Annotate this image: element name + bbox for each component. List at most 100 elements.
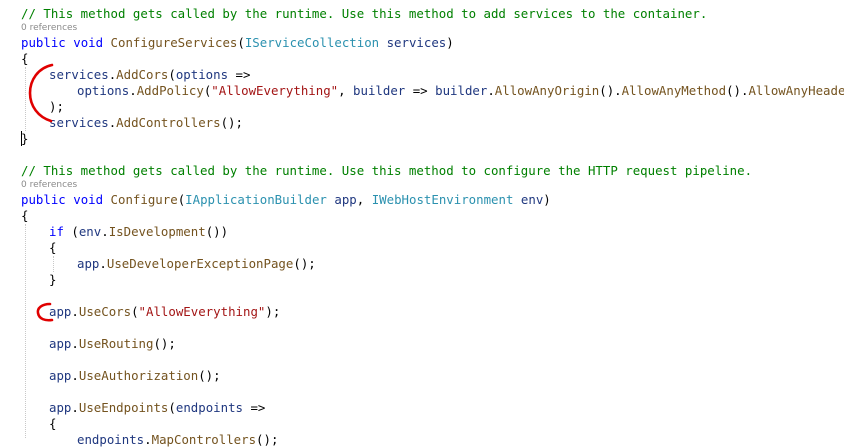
code-token: { xyxy=(49,416,57,431)
code-token: public xyxy=(21,192,66,207)
code-token: . xyxy=(71,368,79,383)
code-token: (). xyxy=(599,83,622,98)
code-line[interactable]: if (env.IsDevelopment()) xyxy=(49,224,228,240)
code-token: if xyxy=(49,224,64,239)
code-token: public xyxy=(21,35,66,50)
code-token: AddPolicy xyxy=(136,83,204,98)
code-token: => xyxy=(405,83,436,98)
code-token: ( xyxy=(168,67,176,82)
code-token: { xyxy=(21,208,29,223)
code-token: . xyxy=(101,224,109,239)
code-token: AllowAnyOrigin xyxy=(494,83,600,98)
code-token: UseCors xyxy=(78,304,132,319)
code-token: app xyxy=(334,192,357,207)
code-token: app xyxy=(49,304,72,319)
code-token: IServiceCollection xyxy=(244,35,380,50)
code-token: . xyxy=(71,336,79,351)
code-token: . xyxy=(99,256,107,271)
code-token: { xyxy=(49,240,57,255)
code-token: builder xyxy=(435,83,488,98)
code-token: endpoints xyxy=(77,432,145,447)
code-token: AddCors xyxy=(116,67,169,82)
code-line[interactable]: { xyxy=(49,240,56,256)
code-token: (); xyxy=(256,432,279,447)
code-line[interactable]: app.UseDeveloperExceptionPage(); xyxy=(77,256,316,272)
method-signature[interactable]: public void ConfigureServices(IServiceCo… xyxy=(21,35,454,51)
code-token: ); xyxy=(49,99,64,114)
codelens-references[interactable]: 0 references xyxy=(21,179,77,191)
code-token: . xyxy=(71,304,79,319)
code-token: , xyxy=(338,83,354,98)
code-line[interactable]: app.UseCors("AllowEverything"); xyxy=(49,304,280,320)
code-line[interactable]: { xyxy=(21,208,28,224)
code-token: UseAuthorization xyxy=(78,368,199,383)
code-token: AddControllers xyxy=(116,115,221,130)
indent-guide xyxy=(53,256,54,272)
code-token: (). xyxy=(726,83,749,98)
code-token: } xyxy=(49,272,57,287)
comment-line[interactable]: // This method gets called by the runtim… xyxy=(21,6,707,22)
code-line[interactable]: } xyxy=(49,272,56,288)
code-token: ( xyxy=(63,224,79,239)
code-line[interactable]: { xyxy=(21,51,28,67)
code-token: . xyxy=(487,83,495,98)
code-token: IsDevelopment xyxy=(108,224,206,239)
indent-guide xyxy=(25,67,26,131)
code-line[interactable]: } xyxy=(21,131,28,147)
code-token: ( xyxy=(237,35,245,50)
code-token: (); xyxy=(198,368,221,383)
method-signature[interactable]: public void Configure(IApplicationBuilde… xyxy=(21,192,551,208)
code-token: ( xyxy=(131,304,139,319)
code-token: Configure xyxy=(110,192,178,207)
code-token: void xyxy=(73,35,104,50)
code-token: { xyxy=(21,51,29,66)
code-token: env xyxy=(78,224,102,239)
code-line[interactable]: services.AddControllers(); xyxy=(49,115,243,131)
code-token: AllowAnyMethod xyxy=(621,83,727,98)
code-token: (); xyxy=(293,256,316,271)
code-line[interactable]: app.UseAuthorization(); xyxy=(49,368,221,384)
code-token: ()) xyxy=(205,224,229,239)
code-token: UseDeveloperExceptionPage xyxy=(106,256,294,271)
code-line[interactable]: app.UseRouting(); xyxy=(49,336,176,352)
indent-guide xyxy=(25,224,26,438)
code-token: . xyxy=(144,432,152,447)
code-token: "AllowEverything" xyxy=(211,83,339,98)
code-line[interactable]: endpoints.MapControllers(); xyxy=(77,432,278,448)
code-token: ) xyxy=(446,35,454,50)
code-token: (); xyxy=(153,336,176,351)
code-token: ( xyxy=(168,400,176,415)
code-token: services xyxy=(49,67,109,82)
code-token: app xyxy=(49,336,72,351)
code-token: } xyxy=(21,131,29,146)
code-token: services xyxy=(386,35,447,50)
code-token: void xyxy=(73,192,104,207)
code-token: // This method gets called by the runtim… xyxy=(21,6,708,21)
code-line[interactable]: options.AddPolicy("AllowEverything", bui… xyxy=(77,83,844,99)
code-token: , xyxy=(356,192,372,207)
code-token: app xyxy=(49,400,72,415)
code-token: . xyxy=(129,83,137,98)
code-token: (); xyxy=(220,115,243,130)
code-token: // This method gets called by the runtim… xyxy=(21,163,753,178)
code-token: UseEndpoints xyxy=(78,400,169,415)
code-token: "AllowEverything" xyxy=(138,304,266,319)
code-token: ) xyxy=(543,192,551,207)
code-line[interactable]: ); xyxy=(49,99,64,115)
code-token: env xyxy=(520,192,544,207)
code-token: IWebHostEnvironment xyxy=(371,192,514,207)
codelens-references[interactable]: 0 references xyxy=(21,22,77,34)
code-token: IApplicationBuilder xyxy=(185,192,327,207)
code-token: endpoints xyxy=(175,400,243,415)
code-token: AllowAnyHeader xyxy=(748,83,844,98)
code-token: app xyxy=(49,368,72,383)
code-token: services xyxy=(49,115,109,130)
code-token: options xyxy=(175,67,229,82)
code-line[interactable]: services.AddCors(options => xyxy=(49,67,250,83)
code-line[interactable]: app.UseEndpoints(endpoints => xyxy=(49,400,265,416)
code-line[interactable]: { xyxy=(49,416,56,432)
comment-line[interactable]: // This method gets called by the runtim… xyxy=(21,163,752,179)
